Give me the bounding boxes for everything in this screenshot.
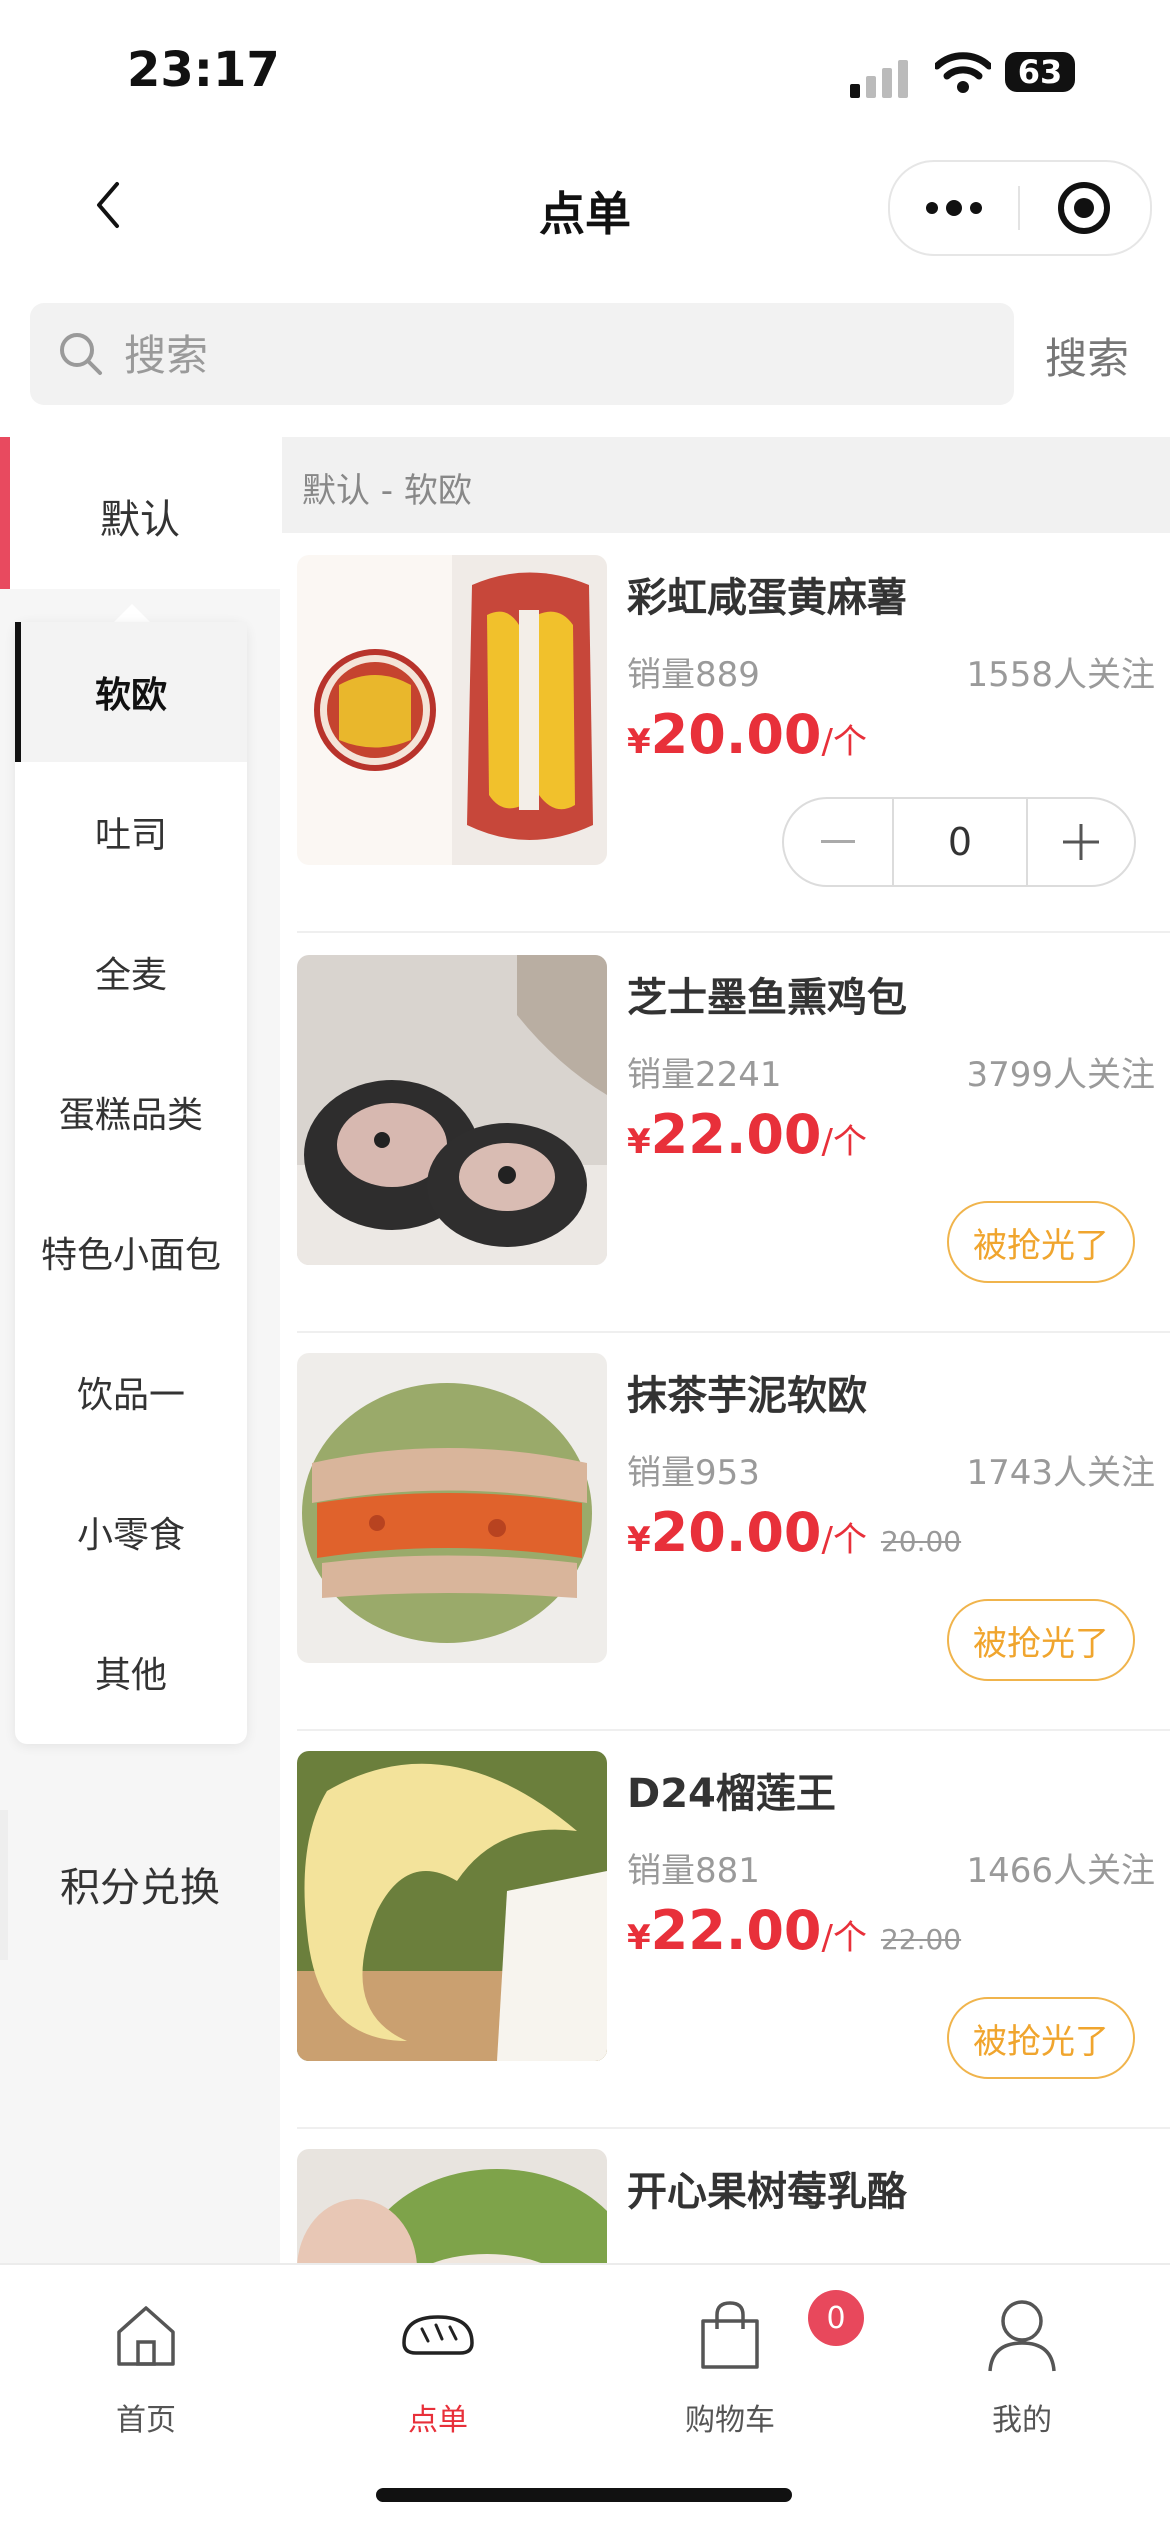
product-card[interactable]: 抹茶芋泥软欧 销量953 1743人关注 ¥20.00/个 20.00 被抢光了 (282, 1333, 1170, 1731)
price-unit: /个 (821, 1520, 867, 1560)
quantity-value[interactable]: 0 (894, 799, 1026, 885)
subcategory-menu: 软欧 吐司 全麦 蛋糕品类 特色小面包 饮品一 小零食 其他 (15, 622, 247, 1744)
status-bar: 23:17 63 (0, 0, 1170, 140)
increase-button[interactable] (1028, 799, 1134, 885)
cellular-signal-icon (850, 60, 908, 98)
user-icon (876, 2293, 1168, 2377)
status-time: 23:17 (127, 42, 280, 98)
product-card[interactable]: D24榴莲王 销量881 1466人关注 ¥22.00/个 22.00 被抢光了 (282, 1731, 1170, 2129)
product-sales: 销量889 (627, 655, 760, 695)
product-card[interactable]: 彩虹咸蛋黄麻薯 销量889 1558人关注 ¥20.00/个 0 (282, 535, 1170, 933)
bread-icon (292, 2293, 584, 2377)
product-image (297, 955, 607, 1265)
close-mini-program-button[interactable] (1020, 162, 1148, 254)
product-followers: 1558人关注 (966, 655, 1155, 695)
product-card[interactable]: 开心果树莓乳酪 (282, 2129, 1170, 2263)
product-name: 抹茶芋泥软欧 (627, 1373, 867, 1419)
product-name: 开心果树莓乳酪 (627, 2169, 907, 2215)
price-value: 22.00 (650, 1103, 822, 1166)
tab-label: 我的 (992, 2403, 1052, 2438)
wifi-icon (935, 52, 991, 93)
plus-icon (1063, 824, 1099, 860)
more-dots-icon (926, 200, 982, 216)
subcategory-cakes[interactable]: 蛋糕品类 (15, 1042, 247, 1182)
tab-label: 首页 (116, 2403, 176, 2438)
sold-out-button[interactable]: 被抢光了 (947, 1201, 1135, 1283)
tab-label: 购物车 (685, 2403, 775, 2438)
sold-out-button[interactable]: 被抢光了 (947, 1599, 1135, 1681)
product-followers: 3799人关注 (966, 1055, 1155, 1095)
price-value: 20.00 (650, 703, 822, 766)
search-input[interactable] (122, 325, 986, 385)
price-value: 20.00 (650, 1501, 822, 1564)
search-bar (30, 303, 1014, 405)
tab-home[interactable]: 首页 (0, 2287, 292, 2438)
product-name: 芝士墨鱼熏鸡包 (627, 975, 907, 1021)
section-header-label: 默认 - 软欧 (302, 471, 472, 511)
battery-indicator: 63 (1005, 52, 1075, 92)
product-image (297, 1353, 607, 1663)
search-button[interactable]: 搜索 (1045, 325, 1129, 386)
product-price: ¥22.00/个 (627, 1103, 867, 1166)
mini-program-capsule (888, 160, 1152, 256)
price-unit: /个 (821, 722, 867, 762)
more-button[interactable] (890, 162, 1018, 254)
subcategory-soft-european[interactable]: 软欧 (15, 622, 247, 762)
tab-profile[interactable]: 我的 (876, 2287, 1168, 2438)
subcategory-drinks[interactable]: 饮品一 (15, 1322, 247, 1462)
cart-count-badge: 0 (808, 2290, 864, 2346)
price-unit: /个 (821, 1918, 867, 1958)
product-price: ¥20.00/个 (627, 703, 867, 766)
price-value: 22.00 (650, 1899, 822, 1962)
subcategory-other[interactable]: 其他 (15, 1602, 247, 1742)
sidebar-item-points-label: 积分兑换 (60, 1865, 220, 1911)
product-image (297, 555, 607, 865)
subcategory-whole-wheat[interactable]: 全麦 (15, 902, 247, 1042)
product-sales: 销量881 (627, 1851, 760, 1891)
currency-symbol: ¥ (627, 1520, 651, 1560)
sold-out-button[interactable]: 被抢光了 (947, 1997, 1135, 2079)
subcategory-toast[interactable]: 吐司 (15, 762, 247, 902)
tab-label: 点单 (408, 2403, 468, 2438)
tab-order[interactable]: 点单 (292, 2287, 584, 2438)
home-icon (0, 2293, 292, 2377)
product-price: ¥20.00/个 20.00 (627, 1501, 961, 1564)
product-followers: 1743人关注 (966, 1453, 1155, 1493)
product-price: ¥22.00/个 22.00 (627, 1899, 961, 1962)
submenu-pointer (112, 604, 152, 624)
sidebar-item-default-label: 默认 (100, 497, 180, 543)
currency-symbol: ¥ (627, 1122, 651, 1162)
subcategory-small-breads[interactable]: 特色小面包 (15, 1182, 247, 1322)
product-image (297, 2149, 607, 2263)
price-unit: /个 (821, 1122, 867, 1162)
original-price: 22.00 (880, 1923, 962, 1956)
product-name: 彩虹咸蛋黄麻薯 (627, 575, 907, 621)
product-sales: 销量953 (627, 1453, 760, 1493)
product-name: D24榴莲王 (627, 1771, 836, 1817)
product-card[interactable]: 芝士墨鱼熏鸡包 销量2241 3799人关注 ¥22.00/个 被抢光了 (282, 935, 1170, 1333)
product-sales: 销量2241 (627, 1055, 782, 1095)
original-price: 20.00 (880, 1525, 962, 1558)
search-icon (60, 333, 102, 375)
quantity-stepper: 0 (782, 797, 1136, 887)
product-followers: 1466人关注 (966, 1851, 1155, 1891)
minus-icon (821, 840, 855, 843)
currency-symbol: ¥ (627, 722, 651, 762)
decrease-button[interactable] (784, 799, 892, 885)
target-icon (1058, 182, 1110, 234)
product-image (297, 1751, 607, 2061)
currency-symbol: ¥ (627, 1918, 651, 1958)
subcategory-snacks[interactable]: 小零食 (15, 1462, 247, 1602)
home-indicator (376, 2488, 792, 2502)
row-divider (297, 931, 1170, 933)
